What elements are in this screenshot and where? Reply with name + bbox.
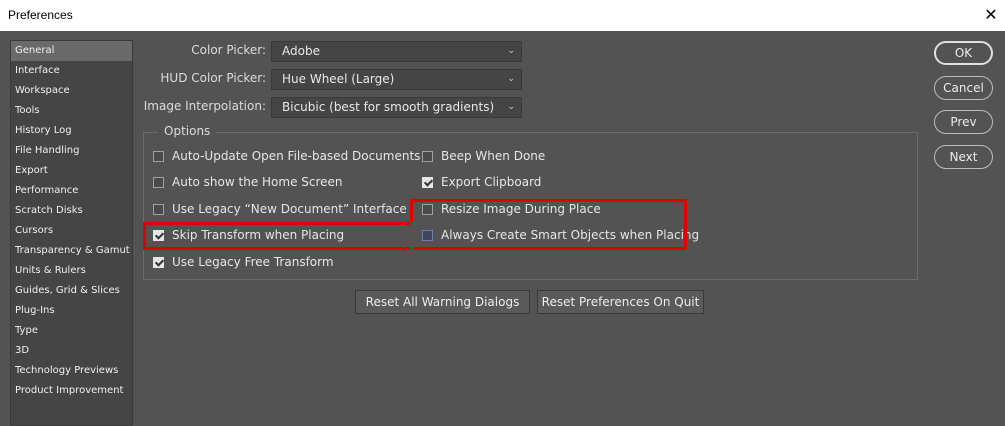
prev-button[interactable]: Prev [934, 110, 993, 134]
sidebar-item-export[interactable]: Export [11, 161, 132, 181]
cancel-button[interactable]: Cancel [934, 76, 993, 100]
sidebar-item-file-handling[interactable]: File Handling [11, 141, 132, 161]
beep-when-done-checkbox[interactable] [422, 150, 433, 162]
next-button[interactable]: Next [934, 145, 993, 169]
reset-preferences-button[interactable]: Reset Preferences On Quit [537, 290, 704, 314]
sidebar-item-type[interactable]: Type [11, 321, 132, 341]
auto-update-documents-option[interactable]: Auto-Update Open File-based Documents [153, 147, 420, 165]
highlight-annotation-left [143, 222, 413, 250]
window-title: Preferences [8, 8, 73, 22]
legacy-new-document-option[interactable]: Use Legacy “New Document” Interface [153, 200, 407, 218]
color-picker-label: Color Picker: [191, 43, 266, 57]
beep-when-done-label: Beep When Done [441, 149, 546, 163]
sidebar-item-workspace[interactable]: Workspace [11, 81, 132, 101]
title-bar: Preferences ✕ [0, 0, 1005, 31]
export-clipboard-label: Export Clipboard [441, 175, 542, 189]
hud-color-picker-value: Hue Wheel (Large) [282, 72, 395, 86]
legacy-free-transform-checkbox[interactable] [153, 256, 164, 268]
color-picker-value: Adobe [282, 44, 320, 58]
legacy-new-document-checkbox[interactable] [153, 203, 164, 215]
chevron-down-icon: ⌄ [507, 46, 515, 56]
sidebar-item-history-log[interactable]: History Log [11, 121, 132, 141]
sidebar-item-cursors[interactable]: Cursors [11, 221, 132, 241]
legacy-free-transform-option[interactable]: Use Legacy Free Transform [153, 253, 334, 271]
reset-warning-dialogs-button[interactable]: Reset All Warning Dialogs [355, 290, 530, 314]
image-interpolation-select[interactable]: Bicubic (best for smooth gradients) ⌄ [271, 97, 522, 118]
sidebar-item-product-improvement[interactable]: Product Improvement [11, 381, 132, 401]
auto-update-documents-label: Auto-Update Open File-based Documents [172, 149, 421, 163]
highlight-annotation-right [410, 199, 687, 250]
image-interpolation-label: Image Interpolation: [143, 99, 266, 113]
auto-update-documents-checkbox[interactable] [153, 150, 164, 162]
image-interpolation-value: Bicubic (best for smooth gradients) [282, 100, 495, 114]
close-icon[interactable]: ✕ [980, 3, 1002, 27]
sidebar-item-technology-previews[interactable]: Technology Previews [11, 361, 132, 381]
auto-show-home-screen-option[interactable]: Auto show the Home Screen [153, 173, 343, 191]
export-clipboard-checkbox[interactable] [422, 176, 433, 188]
export-clipboard-option[interactable]: Export Clipboard [422, 173, 541, 191]
sidebar-item-transparency-gamut[interactable]: Transparency & Gamut [11, 241, 132, 261]
sidebar-item-tools[interactable]: Tools [11, 101, 132, 121]
sidebar-item-performance[interactable]: Performance [11, 181, 132, 201]
highlight-annotation-gap [410, 222, 413, 250]
chevron-down-icon: ⌄ [507, 74, 515, 84]
legacy-new-document-label: Use Legacy “New Document” Interface [172, 202, 407, 216]
ok-button[interactable]: OK [934, 41, 993, 65]
beep-when-done-option[interactable]: Beep When Done [422, 147, 545, 165]
sidebar-item-3d[interactable]: 3D [11, 341, 132, 361]
legacy-free-transform-label: Use Legacy Free Transform [172, 255, 334, 269]
sidebar-item-interface[interactable]: Interface [11, 61, 132, 81]
sidebar-item-plug-ins[interactable]: Plug-Ins [11, 301, 132, 321]
color-picker-select[interactable]: Adobe ⌄ [271, 41, 522, 62]
hud-color-picker-select[interactable]: Hue Wheel (Large) ⌄ [271, 69, 522, 90]
sidebar-item-units-rulers[interactable]: Units & Rulers [11, 261, 132, 281]
auto-show-home-screen-checkbox[interactable] [153, 176, 164, 188]
sidebar-item-guides-grid-slices[interactable]: Guides, Grid & Slices [11, 281, 132, 301]
sidebar-item-general[interactable]: General [11, 41, 132, 61]
auto-show-home-screen-label: Auto show the Home Screen [172, 175, 343, 189]
options-legend: Options [158, 124, 217, 138]
hud-color-picker-label: HUD Color Picker: [160, 71, 266, 85]
sidebar: General Interface Workspace Tools Histor… [10, 40, 133, 426]
chevron-down-icon: ⌄ [507, 102, 515, 112]
sidebar-item-scratch-disks[interactable]: Scratch Disks [11, 201, 132, 221]
